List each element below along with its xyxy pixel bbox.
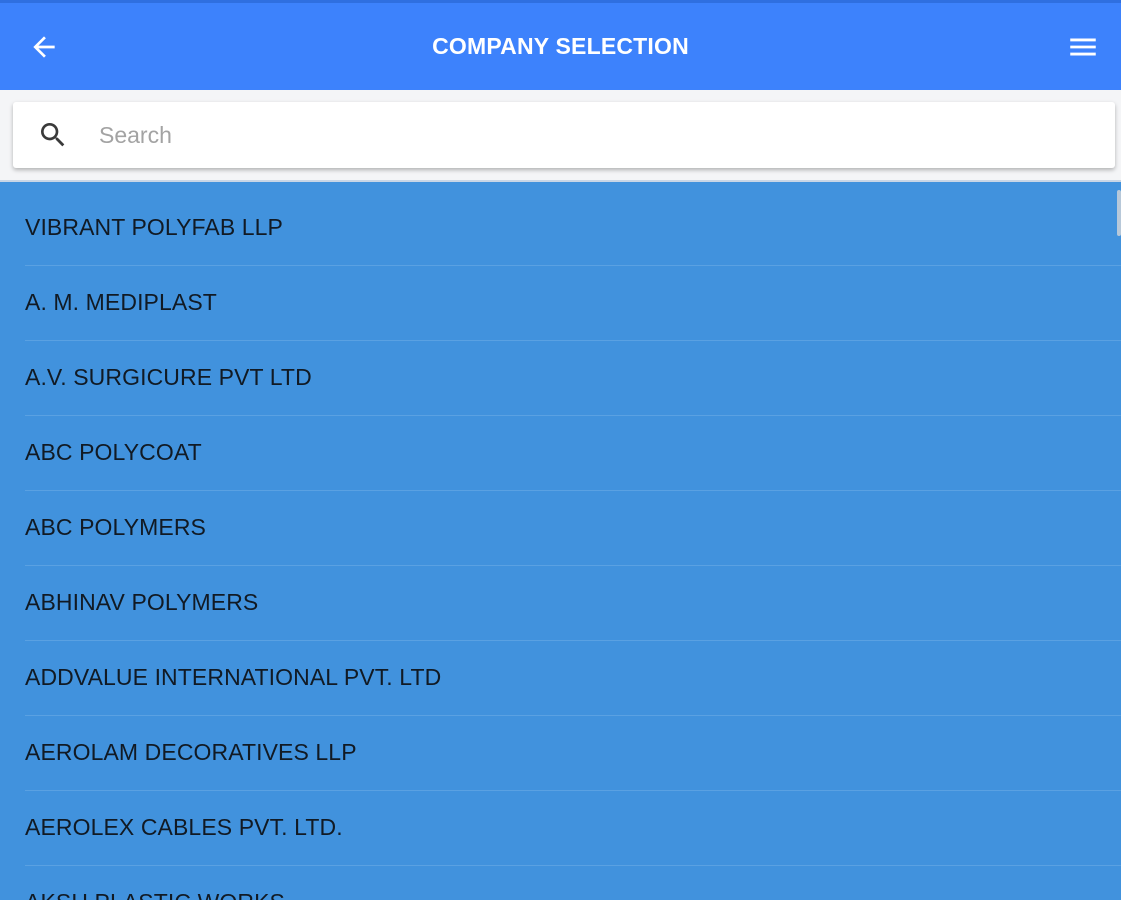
list-item-label: A. M. MEDIPLAST: [25, 288, 217, 315]
arrow-left-icon: [33, 36, 55, 58]
search-box[interactable]: [13, 102, 1115, 168]
list-item[interactable]: ADDVALUE INTERNATIONAL PVT. LTD: [25, 641, 1121, 716]
list-item-label: ADDVALUE INTERNATIONAL PVT. LTD: [25, 663, 442, 690]
list-item[interactable]: A. M. MEDIPLAST: [25, 266, 1121, 341]
list-item[interactable]: VIBRANT POLYFAB LLP: [25, 191, 1121, 266]
list-item[interactable]: AKSH PLASTIC WORKS: [25, 866, 1121, 900]
menu-button[interactable]: [1061, 25, 1105, 69]
hamburger-menu-icon: [1070, 38, 1096, 56]
scrollbar-thumb[interactable]: [1117, 190, 1121, 236]
list-item-label: A.V. SURGICURE PVT LTD: [25, 363, 312, 390]
search-icon: [37, 119, 69, 151]
search-input[interactable]: [99, 115, 1059, 155]
search-bar-container: [0, 90, 1121, 182]
app-header: COMPANY SELECTION: [0, 0, 1121, 90]
list-item-label: VIBRANT POLYFAB LLP: [25, 213, 283, 240]
list-item-label: AEROLAM DECORATIVES LLP: [25, 738, 357, 765]
list-item[interactable]: ABC POLYCOAT: [25, 416, 1121, 491]
page-title: COMPANY SELECTION: [432, 33, 689, 59]
company-list: VIBRANT POLYFAB LLP A. M. MEDIPLAST A.V.…: [0, 191, 1121, 900]
list-item[interactable]: ABHINAV POLYMERS: [25, 566, 1121, 641]
back-button[interactable]: [22, 25, 66, 69]
list-item-label: ABC POLYMERS: [25, 513, 206, 540]
list-item-label: ABC POLYCOAT: [25, 438, 202, 465]
list-item[interactable]: ABC POLYMERS: [25, 491, 1121, 566]
list-item[interactable]: AEROLAM DECORATIVES LLP: [25, 716, 1121, 791]
list-item-label: AEROLEX CABLES PVT. LTD.: [25, 813, 343, 840]
list-item-label: AKSH PLASTIC WORKS: [25, 889, 285, 900]
list-item[interactable]: AEROLEX CABLES PVT. LTD.: [25, 791, 1121, 866]
list-item-label: ABHINAV POLYMERS: [25, 588, 259, 615]
list-item[interactable]: A.V. SURGICURE PVT LTD: [25, 341, 1121, 416]
